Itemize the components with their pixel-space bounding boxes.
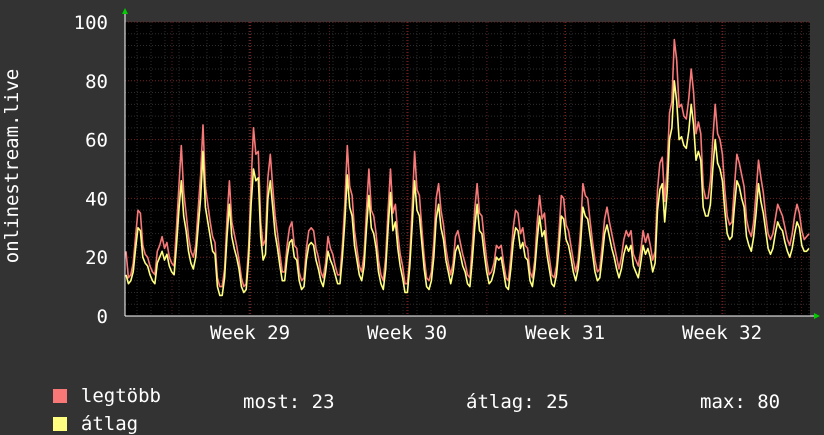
- stat-now: most: 23: [243, 391, 335, 413]
- x-tick-label: Week 31: [525, 322, 605, 344]
- x-tick-label: Week 30: [367, 322, 447, 344]
- y-tick-label: 60: [85, 130, 108, 152]
- y-tick-label: 80: [85, 71, 108, 93]
- y-tick-label: 40: [85, 188, 108, 210]
- y-tick-label: 0: [97, 306, 108, 328]
- y-tick-label: 20: [85, 247, 108, 269]
- stat-average: átlag: 25: [466, 391, 569, 413]
- x-axis-arrow: [814, 313, 820, 319]
- legend-swatch-avg: [52, 417, 67, 431]
- stat-max: max: 80: [700, 391, 781, 413]
- x-tick-label: Week 32: [682, 322, 762, 344]
- y-axis-arrow: [122, 8, 128, 14]
- y-axis-label: onlinestream.live: [1, 69, 23, 263]
- legend-item-avg: átlag: [30, 391, 138, 435]
- legend-label-avg: átlag: [80, 413, 139, 435]
- y-tick-label: 100: [74, 12, 108, 34]
- x-tick-label: Week 29: [210, 322, 290, 344]
